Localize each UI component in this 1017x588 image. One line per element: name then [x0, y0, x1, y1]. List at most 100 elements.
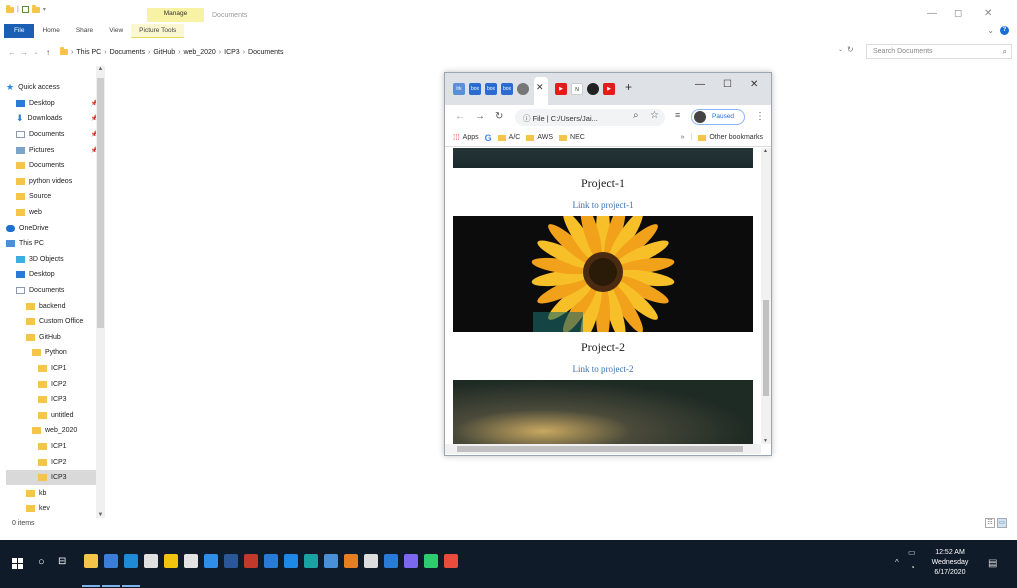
tab-favicon[interactable]: box [469, 83, 481, 95]
notion-icon[interactable]: N [571, 83, 583, 95]
reload-icon[interactable]: ↻ [495, 111, 503, 122]
back-icon[interactable]: ← [6, 48, 18, 57]
nav-item[interactable]: Desktop 📌 [6, 96, 98, 112]
maximize-icon[interactable]: ◻ [954, 8, 962, 19]
nav-item[interactable]: Desktop [6, 267, 98, 283]
scroll-thumb[interactable] [97, 78, 104, 328]
python-icon[interactable] [304, 554, 318, 568]
help-icon[interactable]: ? [1000, 26, 1009, 35]
nav-item[interactable]: Pictures 📌 [6, 142, 98, 158]
nav-item[interactable]: ICP1 [6, 439, 98, 455]
scroll-up-icon[interactable]: ▲ [763, 148, 768, 154]
battery-icon[interactable]: ▭ [908, 548, 916, 557]
nav-item[interactable]: ICP3 [6, 469, 98, 486]
address-dropdown-icon[interactable]: ⌄ [838, 46, 843, 53]
nav-item[interactable]: web [6, 205, 98, 221]
ie-icon[interactable] [284, 554, 298, 568]
nav-item[interactable]: Python [6, 345, 98, 361]
forward-icon[interactable]: → [18, 48, 30, 57]
bookmark-apps[interactable]: ⁞⁞⁞ Apps [453, 133, 479, 142]
nav-item[interactable]: 3D Objects [6, 252, 98, 268]
scroll-thumb[interactable] [457, 446, 743, 452]
google-icon[interactable]: G [485, 133, 492, 143]
scroll-up-icon[interactable]: ▲ [96, 66, 105, 72]
nav-item[interactable]: ICP1 [6, 361, 98, 377]
nav-scrollbar[interactable]: ▲ ▼ [96, 66, 105, 518]
bookmark-folder[interactable]: NEC [559, 134, 585, 141]
bookmark-folder[interactable]: A/C [497, 134, 520, 141]
terminal-icon[interactable] [364, 554, 378, 568]
page-scrollbar[interactable]: ▲ ▼ [761, 148, 771, 444]
action-center-icon[interactable]: ▤ [988, 558, 997, 569]
nav-item[interactable]: Documents [6, 283, 98, 299]
settings-icon[interactable] [184, 554, 198, 568]
store-icon[interactable] [324, 554, 338, 568]
breadcrumb-item[interactable]: web_2020 [183, 49, 215, 56]
tab-favicon[interactable]: lrk [453, 83, 465, 95]
maximize-icon[interactable]: ☐ [723, 79, 732, 90]
bookmark-folder[interactable]: AWS [526, 134, 553, 141]
properties-icon[interactable] [21, 6, 29, 13]
back-icon[interactable]: ← [455, 111, 465, 122]
tab-favicon[interactable]: box [501, 83, 513, 95]
youtube-icon[interactable]: ▶ [555, 83, 567, 95]
tab-share[interactable]: Share [68, 24, 101, 38]
nav-item[interactable]: ICP2 [6, 454, 98, 470]
notes-icon[interactable] [424, 554, 438, 568]
profile-button[interactable]: Paused [691, 109, 745, 125]
horizontal-scrollbar[interactable] [445, 444, 761, 454]
powerpoint-icon[interactable] [244, 554, 258, 568]
address-input[interactable]: ⓘ File | C:/Users/Jai... [515, 109, 665, 126]
tab-file[interactable]: File [4, 24, 35, 38]
nav-item[interactable]: ⬇ Downloads 📌 [6, 111, 98, 127]
nav-item[interactable]: OneDrive [6, 220, 98, 236]
nav-item[interactable]: python videos [6, 174, 98, 190]
folder-icon[interactable] [6, 4, 14, 13]
breadcrumb-item[interactable]: GitHub [153, 49, 175, 56]
project-link[interactable]: Link to project-1 [445, 200, 761, 210]
nav-item[interactable]: Source [6, 189, 98, 205]
project-link[interactable]: Link to project-2 [445, 364, 761, 374]
close-tab-icon[interactable]: ✕ [536, 82, 544, 93]
scroll-down-icon[interactable]: ▼ [96, 512, 105, 518]
search-input[interactable]: Search Documents ⌕ [866, 44, 1012, 59]
youtube-icon[interactable]: ▶ [603, 83, 615, 95]
mail-icon[interactable] [384, 554, 398, 568]
discord-icon[interactable] [404, 554, 418, 568]
new-folder-icon[interactable] [31, 4, 40, 13]
new-tab-icon[interactable]: + [625, 80, 632, 94]
breadcrumb-separator[interactable]: › [243, 49, 245, 56]
minimize-icon[interactable]: — [695, 79, 705, 90]
nav-item[interactable]: ★ Quick access [6, 80, 98, 96]
bookmarks-overflow-icon[interactable]: » [681, 134, 685, 141]
breadcrumb-separator[interactable]: › [178, 49, 180, 56]
details-view-icon[interactable]: ☷ [985, 518, 995, 528]
nav-item[interactable]: ICP3 [6, 392, 98, 408]
breadcrumb-item[interactable]: This PC [76, 49, 101, 56]
nav-item[interactable]: Custom Office [6, 314, 98, 330]
nav-item[interactable]: untitled [6, 407, 98, 423]
expand-ribbon-icon[interactable]: ⌄ [987, 26, 994, 35]
teams-icon[interactable] [264, 554, 278, 568]
nav-item[interactable]: backend [6, 298, 98, 314]
chevron-down-icon[interactable]: ▾ [43, 6, 46, 13]
show-hidden-icons-icon[interactable]: ^ [895, 558, 899, 567]
app-icon[interactable] [444, 554, 458, 568]
system-clock[interactable]: 12:52 AM Wednesday 6/17/2020 [920, 548, 980, 578]
scroll-thumb[interactable] [763, 300, 769, 396]
chrome-icon[interactable] [104, 554, 118, 568]
sticky-notes-icon[interactable] [164, 554, 178, 568]
close-icon[interactable]: ✕ [984, 8, 992, 19]
github-icon[interactable] [587, 83, 599, 95]
tab-view[interactable]: View [101, 24, 131, 38]
menu-kebab-icon[interactable]: ⋮ [755, 111, 765, 122]
tab-favicon[interactable]: box [485, 83, 497, 95]
breadcrumb-item[interactable]: ICP3 [224, 49, 240, 56]
breadcrumb-separator[interactable]: › [219, 49, 221, 56]
nav-item[interactable]: Documents 📌 [6, 127, 98, 143]
nav-item[interactable]: web_2020 [6, 423, 98, 439]
manage-contextual-tab[interactable]: Manage [147, 8, 204, 22]
nav-item[interactable]: This PC [6, 236, 98, 252]
large-icons-view-icon[interactable]: ▭ [997, 518, 1007, 528]
scroll-down-icon[interactable]: ▼ [763, 438, 768, 444]
